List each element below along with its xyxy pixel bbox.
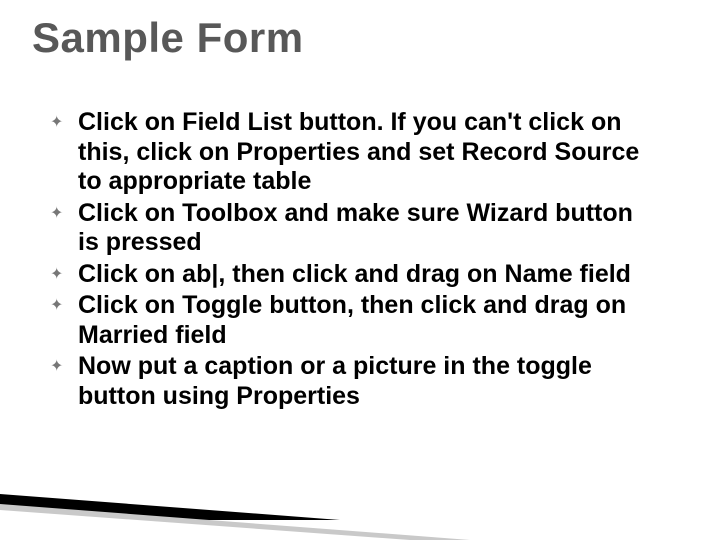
list-item: ✦ Click on Toolbox and make sure Wizard … (50, 199, 660, 258)
list-item-text: Click on ab|, then click and drag on Nam… (78, 260, 631, 288)
list-item: ✦ Click on Toggle button, then click and… (50, 291, 660, 350)
list-item-text: Click on Toolbox and make sure Wizard bu… (78, 199, 633, 257)
bullet-icon: ✦ (50, 205, 63, 224)
list-item: ✦ Click on ab|, then click and drag on N… (50, 260, 660, 290)
slide-title: Sample Form (32, 14, 304, 62)
list-item: ✦ Click on Field List button. If you can… (50, 108, 660, 197)
decoration-wedge-white (0, 510, 410, 540)
bullet-icon: ✦ (50, 358, 63, 377)
list-item: ✦ Now put a caption or a picture in the … (50, 352, 660, 411)
bullet-icon: ✦ (50, 297, 63, 316)
list-item-text: Now put a caption or a picture in the to… (78, 352, 592, 410)
bullet-icon: ✦ (50, 114, 63, 133)
list-item-text: Click on Field List button. If you can't… (78, 108, 639, 195)
list-item-text: Click on Toggle button, then click and d… (78, 291, 626, 349)
body-text: ✦ Click on Field List button. If you can… (50, 108, 660, 413)
bullet-icon: ✦ (50, 266, 63, 285)
